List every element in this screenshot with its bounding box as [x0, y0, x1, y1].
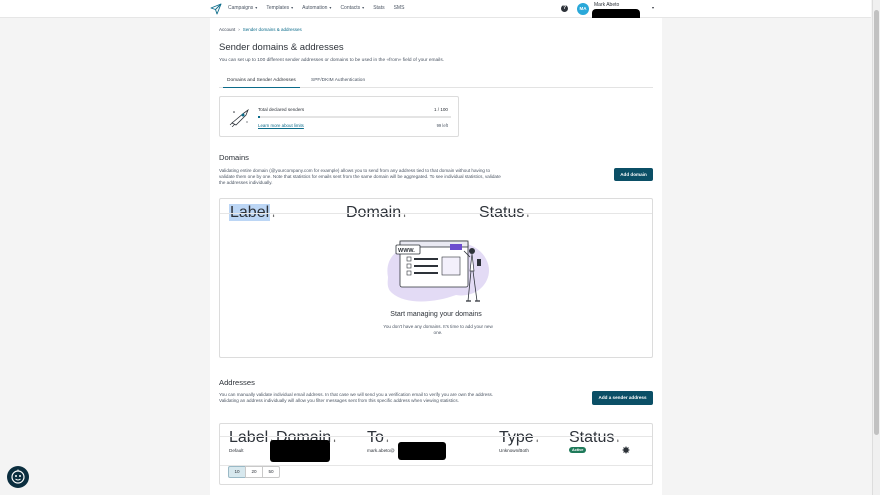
- page-size-50[interactable]: 50: [262, 466, 280, 478]
- domains-table: Label ⬍ Domain ⬍ Status ⬍ WWW. Start managi: [219, 198, 653, 358]
- main-content: Account › Sender domains & addresses Sende…: [210, 18, 662, 495]
- status-badge: Active: [569, 447, 587, 453]
- avatar[interactable]: MA: [577, 3, 589, 15]
- nav-stats[interactable]: Stats: [373, 5, 384, 11]
- row-type: Unknown/Both: [499, 448, 529, 453]
- domains-empty-illustration: WWW.: [387, 240, 490, 302]
- sort-icon: ⬍: [403, 214, 407, 218]
- redacted-email: [398, 442, 446, 460]
- sort-icon: ⬍: [526, 214, 530, 218]
- chevron-down-icon: ▾: [291, 5, 294, 10]
- addresses-table: Label⬍ Domain⬍ To⬍ Type⬍ Status⬍ Default…: [219, 423, 653, 485]
- chatbot-icon: [11, 469, 25, 484]
- page-title: Sender domains & addresses: [219, 42, 344, 53]
- breadcrumb-current: Sender domains & addresses: [242, 27, 302, 32]
- senders-count: 1 / 100: [433, 107, 448, 112]
- nav-contacts[interactable]: Contacts ▾: [340, 5, 364, 11]
- nav-automation[interactable]: Automation ▾: [302, 5, 331, 11]
- addresses-description: You can manually validate individual ema…: [219, 392, 494, 403]
- page-subtitle: You can set up to 100 different sender a…: [219, 58, 445, 63]
- row-label: Default: [229, 448, 244, 453]
- chat-support-button[interactable]: [7, 466, 29, 488]
- nav-campaigns[interactable]: Campaigns ▾: [228, 5, 257, 11]
- tab-bar: Domains and Sender Addresses SPF/DKIM Au…: [219, 76, 653, 88]
- domains-description: Validating entire domain (@yourcompany.c…: [219, 168, 501, 185]
- tab-spf-dkim-authentication[interactable]: SPF/DKIM Authentication: [311, 78, 365, 83]
- page-size-selector: 10 20 50: [228, 466, 280, 478]
- breadcrumb-account[interactable]: Account: [219, 27, 235, 32]
- table-header-divider: [220, 436, 652, 437]
- breadcrumb-separator: ›: [238, 27, 240, 32]
- domains-title: Domains: [219, 153, 249, 162]
- row-to: mark.abeto@: [367, 448, 395, 453]
- nav-templates[interactable]: Templates ▾: [266, 5, 293, 11]
- vertical-scrollbar[interactable]: [872, 0, 880, 495]
- breadcrumb: Account › Sender domains & addresses: [219, 27, 302, 32]
- empty-state-text: You don't have any domains. It's time to…: [383, 324, 493, 335]
- table-header-divider: [220, 213, 652, 214]
- chevron-down-icon: ▾: [362, 5, 365, 10]
- add-domain-button[interactable]: Add domain: [614, 168, 653, 181]
- chevron-down-icon: ▾: [255, 5, 258, 10]
- row-divider: [220, 465, 652, 466]
- page-size-20[interactable]: 20: [245, 466, 263, 478]
- top-navigation-bar: Campaigns ▾ Templates ▾ Automation ▾ Contac…: [0, 0, 871, 22]
- scrollbar-thumb[interactable]: [874, 10, 879, 435]
- addresses-title: Addresses: [219, 378, 255, 387]
- tab-domains-and-sender-addresses[interactable]: Domains and Sender Addresses: [223, 78, 300, 88]
- chevron-down-icon[interactable]: ▾: [652, 5, 654, 10]
- nav-sms[interactable]: SMS: [394, 5, 405, 11]
- senders-left: 99 left: [436, 123, 448, 128]
- senders-progress-bar: [258, 116, 451, 118]
- rocket-illustration-icon: [229, 108, 249, 127]
- empty-state-title: Start managing your domains: [390, 311, 482, 318]
- chevron-down-icon: ▾: [329, 5, 332, 10]
- gear-icon[interactable]: [622, 446, 630, 454]
- main-nav: Campaigns ▾ Templates ▾ Automation ▾ Contac…: [228, 5, 404, 11]
- table-row: Default mark.abeto@ Unknown/Both Active: [220, 438, 652, 464]
- senders-label: Total declared senders: [258, 107, 305, 112]
- add-sender-address-button[interactable]: Add a sender address: [592, 391, 653, 405]
- question-circle-icon[interactable]: ?: [561, 5, 568, 12]
- sort-icon: ⬍: [272, 214, 276, 218]
- user-name[interactable]: Mark Abeto: [594, 2, 619, 8]
- senders-progress-fill: [258, 116, 260, 118]
- learn-more-limits-link[interactable]: Learn more about limits: [258, 123, 304, 128]
- senders-usage-card: Total declared senders 1 / 100 Learn mor…: [219, 96, 459, 137]
- redacted-domain: [270, 440, 330, 462]
- www-label: WWW.: [398, 248, 415, 254]
- paper-plane-logo-icon[interactable]: [210, 3, 222, 15]
- page-size-10[interactable]: 10: [228, 466, 246, 478]
